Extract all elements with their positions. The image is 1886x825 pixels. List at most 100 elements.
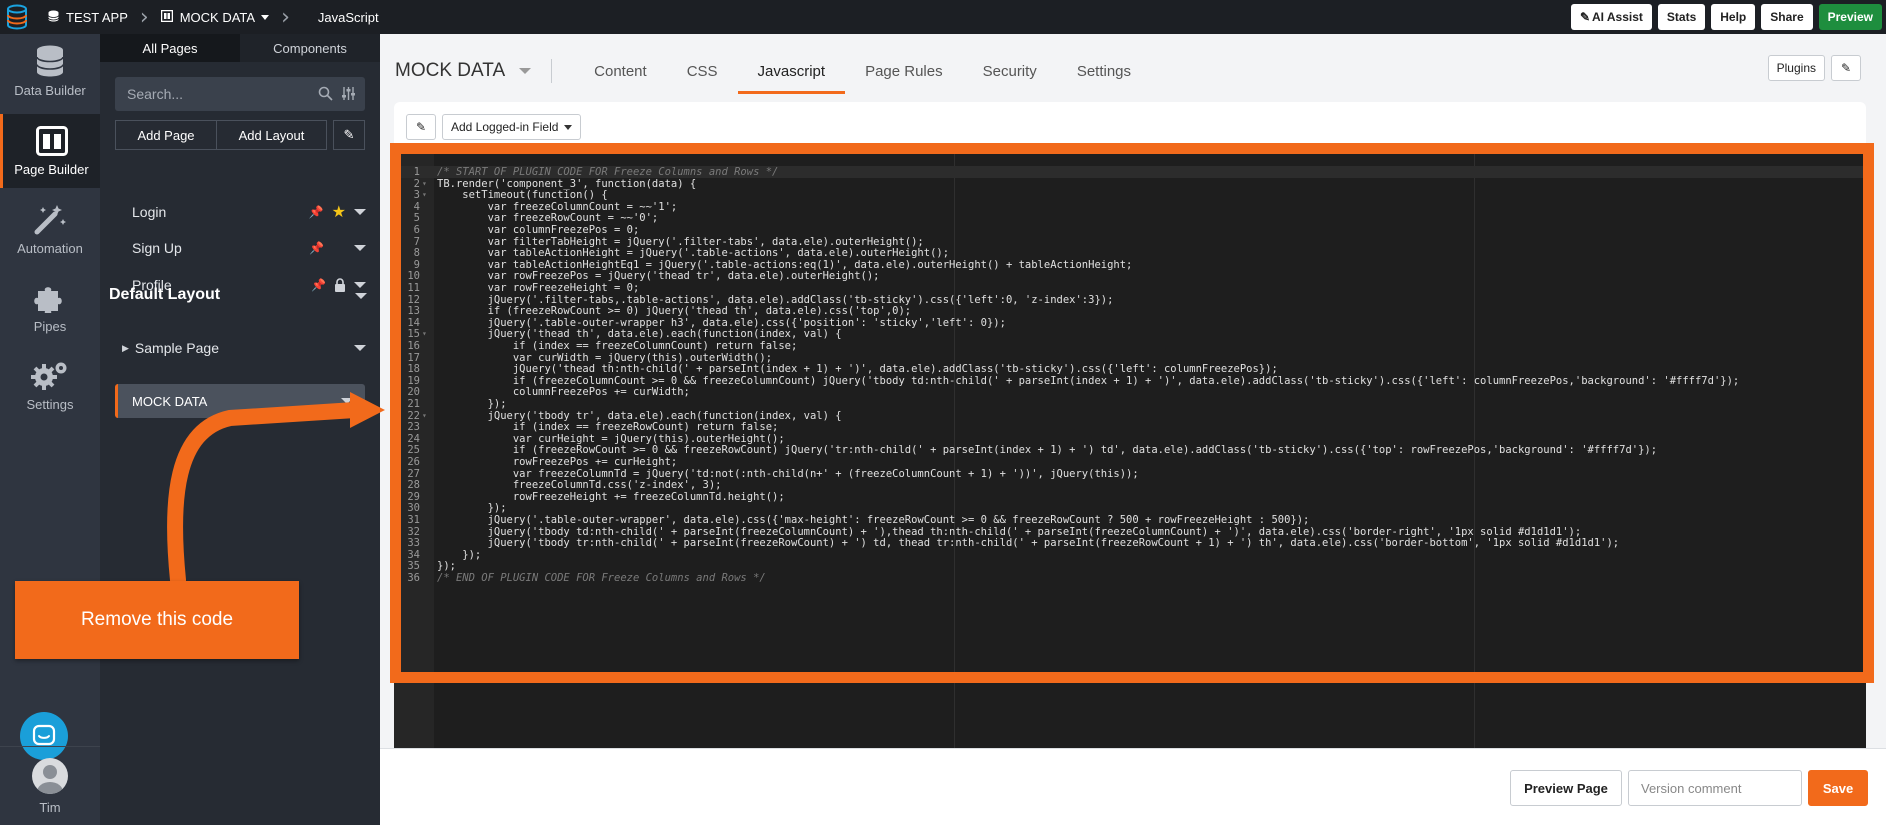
stats-button[interactable]: Stats [1657, 4, 1706, 30]
nav-pipes[interactable]: Pipes [0, 270, 100, 344]
code-line[interactable]: 11 var rowFreezeHeight = 0; [394, 282, 1866, 294]
breadcrumb-app-label: TEST APP [66, 9, 128, 25]
caret-down-icon[interactable] [354, 209, 366, 215]
code-line[interactable]: 20 columnFreezePos += curWidth; [394, 386, 1866, 398]
triangle-right-icon[interactable]: ▶ [122, 343, 129, 354]
code-line[interactable]: 13 if (freezeRowCount >= 0) jQuery('thea… [394, 305, 1866, 317]
code-line[interactable]: 12 jQuery('.filter-tabs,.table-actions',… [394, 294, 1866, 306]
code-line[interactable]: 3 ▾ setTimeout(function() { [394, 189, 1866, 201]
code-line[interactable]: 35}); [394, 560, 1866, 572]
code-line[interactable]: 32 jQuery('tbody td:nth-child(' + parseI… [394, 526, 1866, 538]
fold-arrow-icon[interactable]: ▾ [422, 178, 427, 190]
add-page-button[interactable]: Add Page [115, 120, 217, 150]
code-line[interactable]: 33 jQuery('tbody tr:nth-child(' + parseI… [394, 537, 1866, 549]
add-logged-in-field-button[interactable]: Add Logged-in Field [442, 114, 582, 140]
tab-content[interactable]: Content [574, 45, 667, 97]
user-profile[interactable]: Tim [0, 746, 100, 825]
caret-down-icon[interactable] [519, 68, 532, 74]
code-text: if (freezeRowCount >= 0 && freezeRowCoun… [437, 444, 1658, 457]
code-line[interactable]: 2 ▾ TB.render('component_3', function(data… [394, 178, 1866, 190]
tab-security[interactable]: Security [963, 45, 1057, 97]
add-layout-button[interactable]: Add Layout [217, 120, 327, 150]
code-line[interactable]: 24 var curHeight = jQuery(this).outerHei… [394, 433, 1866, 445]
code-text: var freezeColumnTd = jQuery('td:not(:nth… [437, 467, 1139, 480]
nav-automation[interactable]: Automation [0, 192, 100, 266]
main-editor: MOCK DATA Content CSS Javascript Page Ru… [380, 34, 1886, 825]
breadcrumb-section[interactable]: MOCK DATA [160, 9, 270, 25]
code-line[interactable]: 17 var curWidth = jQuery(this).outerWidt… [394, 352, 1866, 364]
app-logo-icon[interactable] [0, 0, 34, 34]
fold-arrow-icon[interactable]: ▾ [422, 410, 427, 422]
ai-assist-button[interactable]: ✎ AI Assist [1570, 4, 1652, 30]
code-line[interactable]: 21 }); [394, 398, 1866, 410]
code-line[interactable]: 26 rowFreezePos += curHeight; [394, 456, 1866, 468]
code-line[interactable]: 8 var tableActionHeight = jQuery('.table… [394, 247, 1866, 259]
pin-icon[interactable]: 📌 [309, 241, 324, 255]
page-item-signup[interactable]: Sign Up 📌 [100, 230, 380, 266]
tab-components[interactable]: Components [240, 34, 380, 62]
pin-icon[interactable]: 📌 [309, 205, 324, 219]
page-item-login[interactable]: Login 📌 ★ [100, 194, 380, 230]
fold-arrow-icon[interactable]: ▾ [422, 189, 427, 201]
preview-page-button[interactable]: Preview Page [1510, 770, 1622, 806]
filter-sliders-icon[interactable] [341, 86, 356, 101]
caret-down-icon[interactable] [341, 398, 353, 404]
code-line[interactable]: 28 freezeColumnTd.css('z-index', 3); [394, 479, 1866, 491]
tab-page-rules[interactable]: Page Rules [845, 45, 963, 97]
code-line[interactable]: 1 /* START OF PLUGIN CODE FOR Freeze Colu… [394, 166, 1866, 178]
code-line[interactable]: 10 var rowFreezePos = jQuery('thead tr',… [394, 270, 1866, 282]
code-editor[interactable]: 1 /* START OF PLUGIN CODE FOR Freeze Colu… [394, 154, 1866, 782]
caret-down-icon[interactable] [355, 293, 367, 299]
code-line[interactable]: 7 var filterTabHeight = jQuery('.filter-… [394, 236, 1866, 248]
fold-arrow-icon[interactable]: ▾ [422, 328, 427, 340]
code-text: jQuery('tbody tr:nth-child(' + parseInt(… [437, 537, 1620, 550]
code-line[interactable]: 16 if (index == freezeColumnCount) retur… [394, 340, 1866, 352]
nav-page-builder[interactable]: Page Builder [0, 114, 100, 188]
magic-wand-button[interactable]: ✎ [1831, 55, 1861, 81]
code-line[interactable]: 27 var freezeColumnTd = jQuery('td:not(:… [394, 468, 1866, 480]
code-line[interactable]: 18 jQuery('thead th:nth-child(' + parseI… [394, 363, 1866, 375]
caret-down-icon[interactable] [354, 245, 366, 251]
tab-all-pages[interactable]: All Pages [100, 34, 240, 62]
code-line[interactable]: 22 ▾ jQuery('tbody tr', data.ele).each(fu… [394, 410, 1866, 422]
code-text: /* END OF PLUGIN CODE FOR Freeze Columns… [437, 572, 766, 584]
code-text: var curHeight = jQuery(this).outerHeight… [437, 432, 785, 445]
nav-data-builder[interactable]: Data Builder [0, 34, 100, 108]
share-button[interactable]: Share [1761, 4, 1813, 30]
code-line[interactable]: 34 }); [394, 549, 1866, 561]
code-line[interactable]: 15 ▾ jQuery('thead th', data.ele).each(fu… [394, 328, 1866, 340]
preview-button[interactable]: Preview [1818, 4, 1882, 30]
code-line[interactable]: 6 var columnFreezePos = 0; [394, 224, 1866, 236]
caret-down-icon[interactable] [354, 345, 366, 351]
page-item-selected[interactable]: MOCK DATA [115, 384, 365, 418]
code-line[interactable]: 23 if (index == freezeRowCount) return f… [394, 421, 1866, 433]
save-button[interactable]: Save [1808, 770, 1868, 806]
page-title[interactable]: MOCK DATA [395, 60, 532, 82]
code-line[interactable]: 5 var freezeRowCount = ~~'0'; [394, 212, 1866, 224]
code-line[interactable]: 19 if (freezeColumnCount >= 0 && freezeC… [394, 375, 1866, 387]
code-line[interactable]: 14 jQuery('.table-outer-wrapper h3', dat… [394, 317, 1866, 329]
code-line[interactable]: 30 }); [394, 502, 1866, 514]
version-comment-input[interactable]: Version comment [1628, 770, 1802, 806]
annotation-text: Remove this code [80, 609, 234, 630]
breadcrumb-app[interactable]: TEST APP [48, 10, 128, 25]
page-item-sample[interactable]: ▶ Sample Page [100, 330, 380, 366]
code-line[interactable]: 9 var tableActionHeightEq1 = jQuery('.ta… [394, 259, 1866, 271]
code-text: freezeColumnTd.css('z-index', 3); [437, 479, 722, 492]
code-line[interactable]: 36 /* END OF PLUGIN CODE FOR Freeze Colum… [394, 572, 1866, 584]
plugins-button[interactable]: Plugins [1767, 55, 1825, 81]
tab-javascript[interactable]: Javascript [737, 45, 846, 97]
help-button[interactable]: Help [1711, 4, 1756, 30]
search-input[interactable]: Search... [115, 77, 365, 111]
tab-css[interactable]: CSS [667, 45, 738, 97]
layout-header[interactable]: Default Layout [109, 286, 371, 304]
magic-wand-button[interactable]: ✎ [333, 120, 365, 150]
magic-wand-button[interactable]: ✎ [406, 114, 436, 140]
code-line[interactable]: 4 var freezeColumnCount = ~~'1'; [394, 201, 1866, 213]
code-line[interactable]: 25 if (freezeRowCount >= 0 && freezeRowC… [394, 444, 1866, 456]
code-line[interactable]: 29 rowFreezeHeight += freezeColumnTd.hei… [394, 491, 1866, 503]
nav-settings[interactable]: Settings [0, 348, 100, 422]
star-icon[interactable]: ★ [332, 202, 346, 222]
code-line[interactable]: 31 jQuery('.table-outer-wrapper', data.e… [394, 514, 1866, 526]
tab-settings[interactable]: Settings [1057, 45, 1151, 97]
